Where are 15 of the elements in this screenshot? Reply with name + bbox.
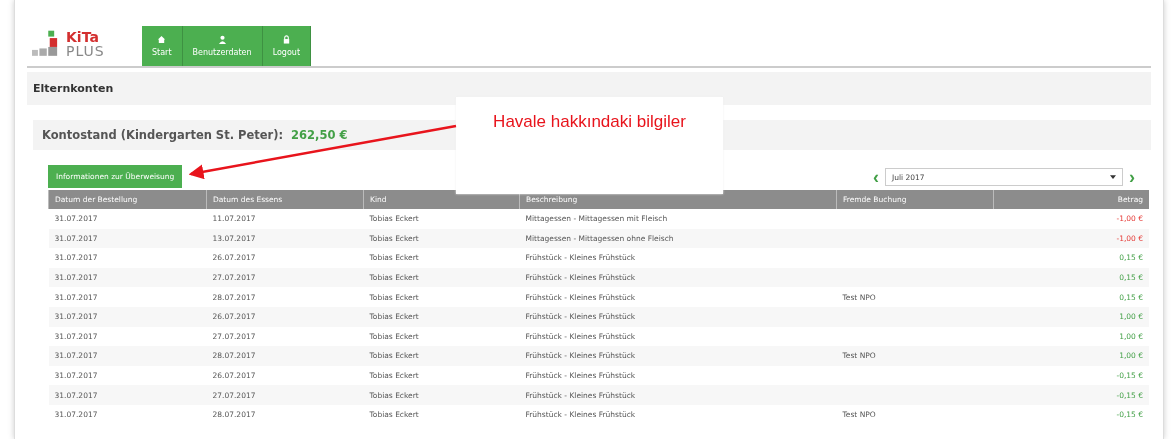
balance-amount: 262,50 € bbox=[291, 128, 348, 142]
annotation-text: Havale hakkındaki bilgiler bbox=[493, 112, 686, 132]
balance-label: Kontostand (Kindergarten St. Peter): bbox=[42, 128, 284, 142]
lock-icon bbox=[281, 35, 291, 44]
user-icon bbox=[217, 35, 227, 44]
next-month-button[interactable]: › bbox=[1127, 168, 1137, 186]
page-title: Elternkonten bbox=[33, 82, 114, 95]
logo-text-bottom: PLUS bbox=[66, 44, 105, 58]
home-icon bbox=[157, 35, 167, 44]
nav-link[interactable]: Logout bbox=[262, 26, 311, 66]
nav-link[interactable]: Benutzerdaten bbox=[182, 26, 263, 66]
previous-month-button[interactable]: ‹ bbox=[871, 168, 881, 186]
nav-link[interactable]: Start bbox=[142, 26, 183, 66]
logo-text-top: KiTa bbox=[66, 30, 100, 44]
caret-icon bbox=[1110, 175, 1116, 179]
